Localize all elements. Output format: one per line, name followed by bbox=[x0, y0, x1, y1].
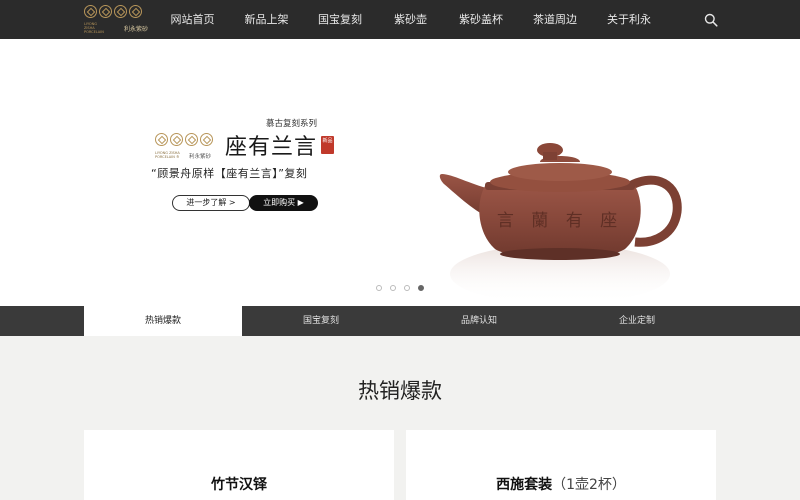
carousel-dot-1[interactable] bbox=[376, 285, 382, 291]
section-title: 热销爆款 bbox=[358, 379, 442, 403]
nav-about[interactable]: 关于利永 bbox=[592, 0, 666, 39]
logo-rings-icon bbox=[155, 133, 213, 146]
nav-zisha-teapots[interactable]: 紫砂壶 bbox=[377, 0, 444, 39]
logo-rings-icon bbox=[84, 5, 142, 18]
search-icon[interactable] bbox=[704, 13, 718, 27]
new-seal-badge: 新品 bbox=[321, 136, 334, 154]
banner-logo: LIYONG ZISHA PORCELAIN ® 利永紫砂 bbox=[155, 133, 217, 161]
top-header: LIYONG ZISHA PORCELAIN 利永紫砂 网站首页 新品上架 国宝… bbox=[0, 0, 800, 39]
category-tabs: 热销爆款 国宝复刻 品牌认知 企业定制 bbox=[0, 306, 800, 336]
product-title: 竹节汉铎 bbox=[84, 474, 394, 494]
buy-now-button[interactable]: 立即购买 ▶ bbox=[249, 195, 318, 211]
nav-home[interactable]: 网站首页 bbox=[155, 0, 230, 39]
series-label: 慕古复刻系列 bbox=[266, 119, 318, 129]
banner-title: 座有兰言 bbox=[225, 135, 318, 160]
banner-logo-english: LIYONG ZISHA PORCELAIN ® bbox=[155, 151, 180, 159]
nav-tea-accessories[interactable]: 茶道周边 bbox=[518, 0, 592, 39]
product-name: 西施套装 bbox=[496, 477, 553, 493]
banner-logo-chinese: 利永紫砂 bbox=[189, 154, 212, 160]
tab-custom[interactable]: 企业定制 bbox=[558, 306, 716, 336]
logo-english-text: LIYONG ZISHA PORCELAIN bbox=[84, 22, 104, 34]
tab-brand[interactable]: 品牌认知 bbox=[400, 306, 558, 336]
product-extra: （1壶2杯） bbox=[552, 477, 626, 493]
hero-banner[interactable]: 慕古复刻系列 LIYONG ZISHA PORCELAIN ® 利永紫砂 座有兰… bbox=[0, 39, 800, 306]
tab-replicas[interactable]: 国宝复刻 bbox=[242, 306, 400, 336]
brand-logo[interactable]: LIYONG ZISHA PORCELAIN 利永紫砂 bbox=[84, 5, 148, 34]
logo-chinese-text: 利永紫砂 bbox=[123, 25, 148, 33]
teapot-inscription: 言 蘭 有 座 bbox=[497, 211, 623, 231]
nav-new-arrivals[interactable]: 新品上架 bbox=[230, 0, 303, 39]
tab-hot-sellers[interactable]: 热销爆款 bbox=[84, 306, 242, 336]
nav-replicas[interactable]: 国宝复刻 bbox=[303, 0, 377, 39]
product-card[interactable]: 竹节汉铎 bbox=[84, 430, 394, 500]
product-title: 西施套装（1壶2杯） bbox=[406, 474, 716, 494]
carousel-dot-3[interactable] bbox=[404, 285, 410, 291]
nav-zisha-cups[interactable]: 紫砂盖杯 bbox=[444, 0, 518, 39]
teapot-image: 言 蘭 有 座 bbox=[439, 143, 682, 304]
carousel-dots bbox=[376, 285, 424, 291]
product-card[interactable]: 西施套装（1壶2杯） bbox=[406, 430, 716, 500]
carousel-dot-4[interactable] bbox=[418, 285, 424, 291]
banner-subtitle: “顾景舟原样【座有兰言】”复刻 bbox=[151, 167, 308, 180]
carousel-dot-2[interactable] bbox=[390, 285, 396, 291]
product-name: 竹节汉铎 bbox=[211, 477, 267, 493]
main-nav: 网站首页 新品上架 国宝复刻 紫砂壶 紫砂盖杯 茶道周边 关于利永 bbox=[155, 0, 666, 39]
learn-more-button[interactable]: 进一步了解 > bbox=[172, 195, 250, 211]
